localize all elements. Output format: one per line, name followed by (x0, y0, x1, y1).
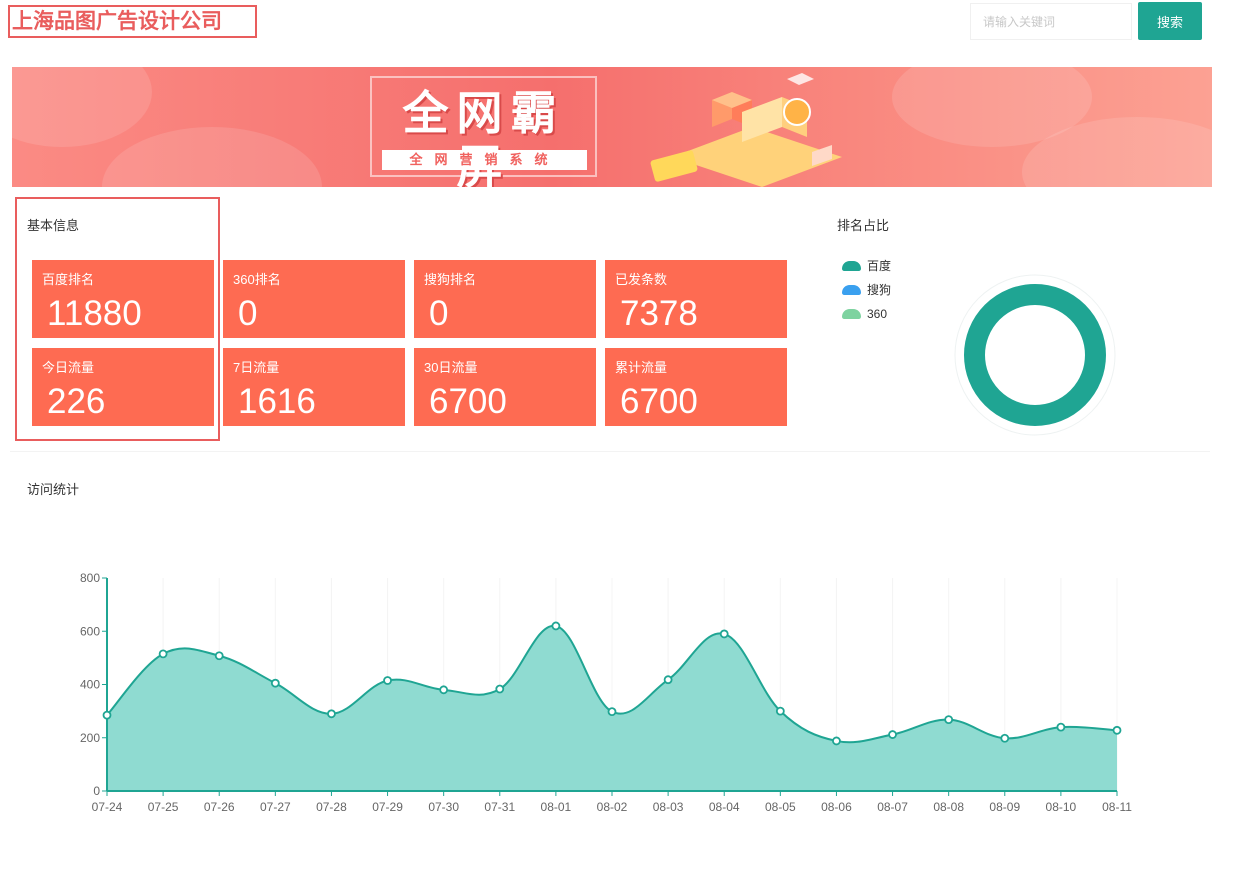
banner-title: 全网霸屏 (402, 86, 565, 187)
data-point[interactable] (383, 676, 392, 685)
x-tick-label: 08-03 (653, 800, 684, 814)
x-tick-label: 07-24 (92, 800, 123, 814)
search-input[interactable] (970, 3, 1132, 40)
stat-label: 百度排名 (42, 272, 95, 287)
data-point[interactable] (775, 706, 785, 716)
legend-swatch (842, 261, 861, 271)
x-tick-label: 07-26 (204, 800, 235, 814)
data-point[interactable] (439, 685, 449, 695)
stat-value: 0 (429, 294, 449, 333)
x-tick-label: 08-04 (709, 800, 740, 814)
data-point[interactable] (214, 651, 224, 661)
data-point[interactable] (607, 707, 617, 717)
visits-title: 访问统计 (27, 482, 80, 497)
legend-swatch (842, 309, 861, 319)
legend-label: 搜狗 (867, 283, 892, 297)
x-tick-label: 08-09 (989, 800, 1020, 814)
legend-swatch (842, 285, 861, 295)
stat-label: 7日流量 (233, 360, 280, 375)
banner-illustration (650, 73, 842, 187)
legend-label: 百度 (867, 259, 892, 273)
data-point[interactable] (888, 730, 897, 739)
stat-label: 360排名 (233, 272, 281, 287)
data-point[interactable] (327, 709, 336, 719)
stat-value: 226 (47, 382, 106, 421)
stat-value: 6700 (620, 382, 698, 421)
x-tick-label: 08-11 (1102, 800, 1132, 814)
stat-value: 0 (238, 294, 258, 333)
stat-value: 1616 (238, 382, 316, 421)
x-tick-label: 08-08 (933, 800, 964, 814)
stat-value: 7378 (620, 294, 698, 333)
stat-card-posts-sent: 已发条数 7378 (605, 260, 787, 338)
stat-card-today-traffic: 今日流量 226 (32, 348, 214, 426)
ranking-donut-chart (954, 274, 1116, 436)
y-tick-label: 0 (93, 784, 100, 798)
y-tick-label: 400 (80, 678, 100, 692)
data-point[interactable] (270, 678, 280, 688)
data-point[interactable] (158, 649, 168, 659)
x-tick-label: 08-01 (541, 800, 572, 814)
y-tick-label: 200 (80, 731, 100, 745)
company-title: 上海品图广告设计公司 (8, 5, 257, 38)
stat-label: 累计流量 (615, 360, 668, 375)
visits-area-chart: 0 200 400 600 800 07-24 07-25 07-26 07-27 07-28 07… (80, 571, 1132, 814)
banner-title-box: 全网霸屏 全网营销系统 (370, 76, 597, 187)
data-point[interactable] (663, 675, 673, 685)
x-tick-label: 07-29 (372, 800, 403, 814)
x-tick-label: 07-27 (260, 800, 291, 814)
y-tick-label: 800 (80, 571, 100, 585)
stat-value: 11880 (47, 294, 142, 333)
data-point[interactable] (719, 629, 729, 639)
x-tick-label: 07-31 (484, 800, 515, 814)
data-point[interactable] (1112, 725, 1122, 735)
stat-card-total-traffic: 累计流量 6700 (605, 348, 787, 426)
data-point[interactable] (551, 621, 561, 631)
stat-card-360-rank: 360排名 0 (223, 260, 405, 338)
stat-label: 已发条数 (615, 272, 668, 287)
section-divider (10, 451, 1210, 452)
x-tick-label: 08-02 (597, 800, 628, 814)
search-button[interactable]: 搜索 (1138, 2, 1202, 40)
donut-slice-0[interactable] (964, 284, 1106, 426)
data-point[interactable] (944, 715, 954, 725)
x-tick-label: 07-28 (316, 800, 347, 814)
data-point[interactable] (102, 710, 112, 720)
x-tick-label: 08-07 (877, 800, 908, 814)
x-tick-label: 07-25 (148, 800, 179, 814)
stat-card-30day-traffic: 30日流量 6700 (414, 348, 596, 426)
y-tick-label: 600 (80, 624, 100, 638)
data-point[interactable] (1000, 733, 1010, 743)
x-tick-label: 08-06 (821, 800, 852, 814)
ranking-share-title: 排名占比 (837, 218, 890, 233)
stat-card-sogou-rank: 搜狗排名 0 (414, 260, 596, 338)
data-point[interactable] (495, 684, 505, 694)
stat-label: 30日流量 (424, 360, 478, 375)
banner-subtitle: 全网营销系统 (382, 150, 587, 170)
stat-value: 6700 (429, 382, 507, 421)
stat-label: 今日流量 (42, 360, 95, 375)
x-tick-label: 07-30 (428, 800, 459, 814)
stat-label: 搜狗排名 (424, 272, 477, 287)
x-tick-label: 08-05 (765, 800, 796, 814)
legend-label: 360 (867, 307, 888, 321)
stat-card-baidu-rank: 百度排名 11880 (32, 260, 214, 338)
x-tick-label: 08-10 (1046, 800, 1077, 814)
stat-card-7day-traffic: 7日流量 1616 (223, 348, 405, 426)
promo-banner: 全网霸屏 全网营销系统 (12, 67, 1212, 187)
data-point[interactable] (832, 736, 841, 746)
data-point[interactable] (1056, 722, 1066, 732)
